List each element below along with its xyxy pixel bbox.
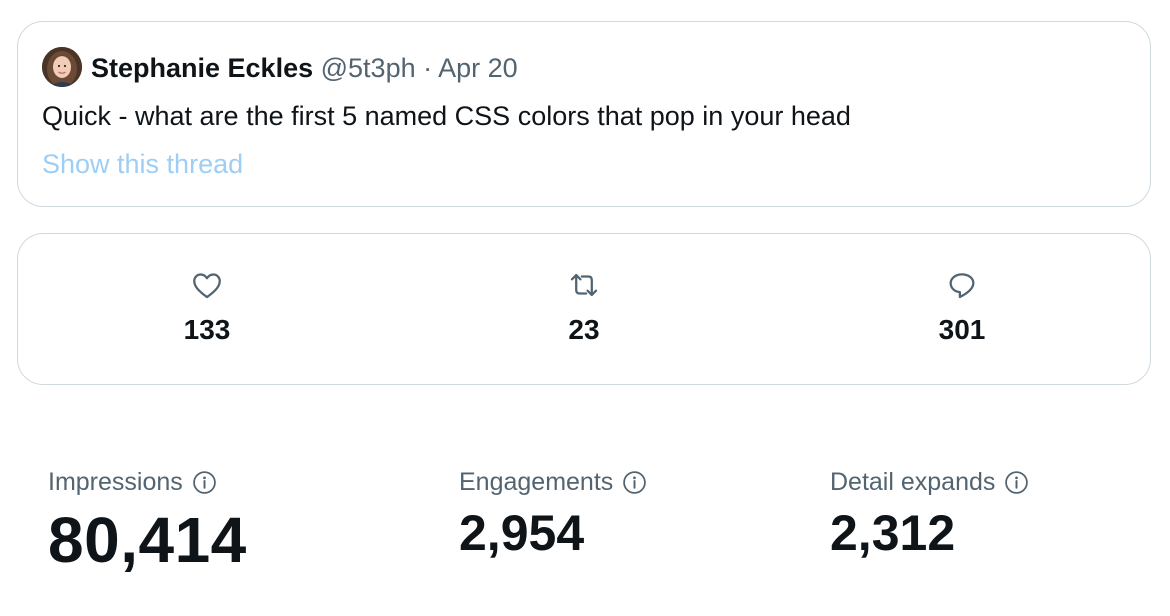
stat-value: 2,312	[830, 505, 956, 561]
stat-label: Detail expands	[830, 468, 996, 496]
tweet-card[interactable]: Stephanie Eckles @5t3ph · Apr 20 Quick -…	[17, 21, 1151, 207]
avatar-image	[42, 47, 82, 87]
header-separator: ·	[423, 53, 433, 83]
heart-icon[interactable]	[190, 268, 224, 302]
stat-value: 2,954	[459, 505, 585, 561]
replies-count: 301	[938, 314, 986, 345]
retweet-icon[interactable]	[567, 268, 601, 302]
tweet-analytics-page: Stephanie Eckles @5t3ph · Apr 20 Quick -…	[0, 0, 1170, 616]
likes-metric: 133	[147, 268, 267, 346]
stat-engagements: Engagements 2,954	[459, 466, 647, 562]
info-icon[interactable]	[622, 470, 647, 495]
engagement-card: 133 23 301	[17, 233, 1151, 385]
stat-value: 80,414	[48, 504, 247, 576]
author-handle[interactable]: @5t3ph	[321, 53, 416, 83]
replies-metric: 301	[902, 268, 1022, 346]
stat-label: Engagements	[459, 468, 614, 496]
retweets-metric: 23	[524, 268, 644, 346]
tweet-text: Quick - what are the first 5 named CSS c…	[42, 101, 851, 131]
author-name[interactable]: Stephanie Eckles	[91, 53, 313, 83]
stat-label: Impressions	[48, 468, 183, 496]
stat-impressions: Impressions 80,414	[48, 466, 247, 576]
info-icon[interactable]	[1004, 470, 1029, 495]
info-icon[interactable]	[192, 470, 217, 495]
tweet-header: Stephanie Eckles @5t3ph · Apr 20	[91, 52, 518, 84]
tweet-date[interactable]: Apr 20	[438, 53, 518, 83]
retweets-count: 23	[568, 314, 600, 345]
show-thread-link[interactable]: Show this thread	[42, 148, 243, 180]
reply-icon[interactable]	[945, 268, 979, 302]
avatar[interactable]	[42, 47, 82, 87]
likes-count: 133	[183, 314, 231, 345]
stat-detail-expands: Detail expands 2,312	[830, 466, 1029, 562]
